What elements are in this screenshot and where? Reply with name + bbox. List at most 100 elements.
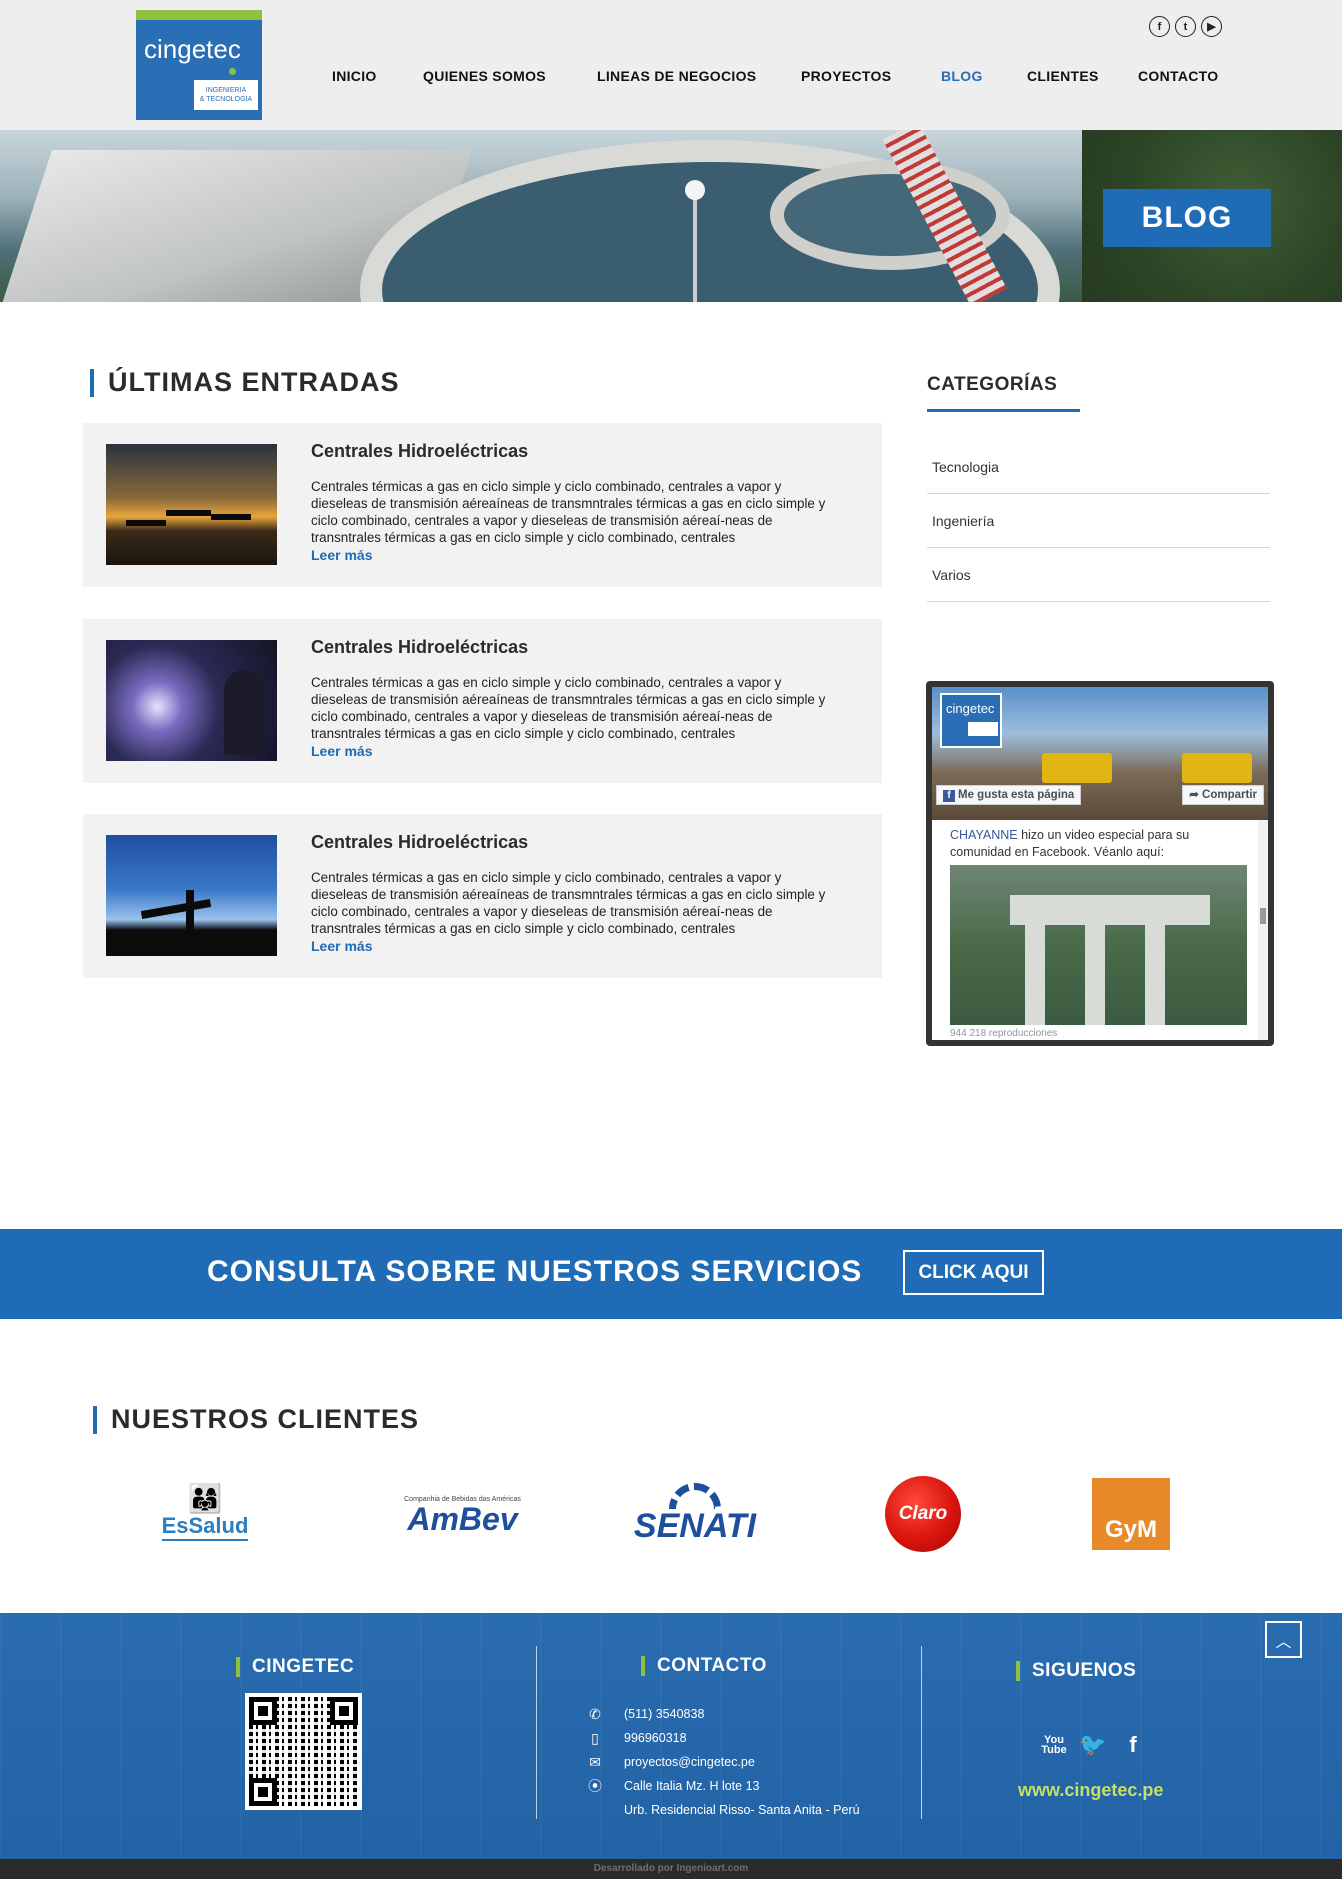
- post-thumbnail[interactable]: [106, 835, 277, 956]
- nav-lineas-de-negocios[interactable]: LINEAS DE NEGOCIOS: [597, 68, 756, 84]
- post-card: Centrales Hidroeléctricas Centrales térm…: [83, 814, 882, 978]
- pumpjack-silhouette: [140, 898, 212, 920]
- nav-contacto[interactable]: CONTACTO: [1138, 68, 1218, 84]
- site-header: cingetec INGENIERIA & TECNOLOGIA f t ▶ I…: [0, 0, 1342, 130]
- banner-lamp: [685, 180, 705, 200]
- ground-silhouette: [106, 930, 277, 956]
- facebook-icon[interactable]: f: [1121, 1732, 1145, 1757]
- facebook-video-thumbnail[interactable]: [950, 865, 1247, 1025]
- footer-contact-title: CONTACTO: [641, 1655, 767, 1677]
- website-link[interactable]: www.cingetec.pe: [1018, 1780, 1163, 1801]
- client-logo-gym[interactable]: GyM: [1092, 1478, 1170, 1550]
- post-card: Centrales Hidroeléctricas Centrales térm…: [83, 619, 882, 783]
- client-logo-senati[interactable]: SENATI: [630, 1480, 760, 1546]
- cta-text: CONSULTA SOBRE NUESTROS SERVICIOS: [207, 1255, 863, 1288]
- nav-proyectos[interactable]: PROYECTOS: [801, 68, 891, 84]
- developer-credit-link[interactable]: Desarrollado por Ingenioart.com: [594, 1863, 748, 1874]
- client-name: SENATI: [633, 1507, 757, 1545]
- facebook-video-views: 944 218 reproducciones: [950, 1028, 1058, 1039]
- read-more-link[interactable]: Leer más: [311, 743, 372, 759]
- post-excerpt: Centrales térmicas a gas en ciclo simple…: [311, 675, 826, 741]
- client-name: AmBev: [407, 1500, 518, 1537]
- facebook-page-widget: cingetec f Me gusta esta página ➦ Compart…: [926, 681, 1274, 1046]
- phone-text: (511) 3540838: [624, 1707, 705, 1721]
- category-varios[interactable]: Varios: [927, 548, 1270, 602]
- page-title-badge: BLOG: [1103, 189, 1271, 247]
- cta-band: CONSULTA SOBRE NUESTROS SERVICIOS CLICK …: [0, 1229, 1342, 1319]
- category-ingenieria[interactable]: Ingeniería: [927, 494, 1270, 548]
- share-label: Compartir: [1202, 789, 1257, 801]
- facebook-page-avatar[interactable]: cingetec: [940, 693, 1002, 748]
- nav-inicio[interactable]: INICIO: [332, 68, 377, 84]
- facebook-page-name: cingetec: [946, 701, 995, 716]
- youtube-icon[interactable]: ▶: [1201, 16, 1222, 37]
- nav-blog[interactable]: BLOG: [941, 68, 983, 84]
- footer-follow-title: SIGUENOS: [1016, 1660, 1136, 1682]
- mining-truck: [1182, 753, 1252, 783]
- client-name: EsSalud: [161, 1513, 249, 1541]
- facebook-post-author[interactable]: CHAYANNE: [950, 828, 1018, 842]
- client-logo-claro[interactable]: Claro: [885, 1476, 961, 1552]
- qr-code: [245, 1693, 362, 1810]
- footer-divider: [536, 1646, 537, 1819]
- nav-quienes-somos[interactable]: QUIENES SOMOS: [423, 68, 546, 84]
- footer-email: ✉ proyectos@cingetec.pe: [586, 1754, 755, 1770]
- nav-clientes[interactable]: CLIENTES: [1027, 68, 1099, 84]
- location-pin-icon: ⦿: [588, 1778, 602, 1794]
- post-title[interactable]: Centrales Hidroeléctricas: [311, 832, 528, 853]
- latest-posts-title: ÚLTIMAS ENTRADAS: [90, 367, 399, 398]
- dam-pillar: [1085, 925, 1105, 1025]
- pumpjack-silhouette: [126, 520, 166, 526]
- scroll-to-top-button[interactable]: ︿: [1265, 1621, 1302, 1658]
- welder-silhouette: [224, 670, 264, 755]
- facebook-like-button[interactable]: f Me gusta esta página: [936, 785, 1082, 805]
- footer-mobile: ▯ 996960318: [586, 1730, 687, 1746]
- client-name: Claro: [898, 1503, 948, 1524]
- client-name: GyM: [1104, 1516, 1157, 1543]
- facebook-icon: f: [943, 790, 955, 802]
- pumpjack-silhouette: [211, 514, 251, 520]
- client-logo-ambev[interactable]: Companhia de Bebidas das Américas AmBev: [390, 1490, 535, 1540]
- facebook-share-button[interactable]: ➦ Compartir: [1182, 785, 1264, 805]
- mobile-text: 996960318: [624, 1731, 687, 1745]
- read-more-link[interactable]: Leer más: [311, 938, 372, 954]
- client-logo-essalud[interactable]: 👨‍👩‍👧 EsSalud: [150, 1478, 260, 1548]
- twitter-icon[interactable]: 🐦: [1079, 1732, 1106, 1757]
- category-tecnologia[interactable]: Tecnologia: [927, 440, 1270, 494]
- phone-icon: ✆: [589, 1705, 601, 1722]
- logo-tagline-line-2: & TECNOLOGIA: [199, 96, 253, 103]
- read-more-link[interactable]: Leer más: [311, 547, 372, 563]
- cingetec-logo[interactable]: cingetec INGENIERIA & TECNOLOGIA: [136, 10, 262, 120]
- post-card: Centrales Hidroeléctricas Centrales térm…: [83, 423, 882, 587]
- share-arrow-icon: ➦: [1189, 789, 1203, 801]
- gear-icon: [669, 1483, 721, 1509]
- email-link[interactable]: proyectos@cingetec.pe: [624, 1755, 755, 1769]
- post-title[interactable]: Centrales Hidroeléctricas: [311, 441, 528, 462]
- family-icon: 👨‍👩‍👧: [187, 1483, 223, 1514]
- footer-address-1: ⦿ Calle Italia Mz. H lote 13: [586, 1778, 759, 1794]
- facebook-post-text: CHAYANNE hizo un video especial para su …: [950, 827, 1240, 861]
- footer-cingetec-title: CINGETEC: [236, 1656, 354, 1678]
- post-thumbnail[interactable]: [106, 640, 277, 761]
- post-thumbnail[interactable]: [106, 444, 277, 565]
- youtube-icon[interactable]: You Tube: [1041, 1733, 1066, 1757]
- facebook-widget-scrollbar[interactable]: [1258, 820, 1268, 1040]
- clients-title: NUESTROS CLIENTES: [93, 1404, 419, 1435]
- dam-structure: [1010, 895, 1210, 925]
- post-title[interactable]: Centrales Hidroeléctricas: [311, 637, 528, 658]
- address-line-2: Urb. Residencial Risso- Santa Anita - Pe…: [624, 1803, 860, 1817]
- footer-divider: [921, 1646, 922, 1819]
- footer-phone: ✆ (511) 3540838: [586, 1706, 704, 1722]
- twitter-icon[interactable]: t: [1175, 16, 1196, 37]
- mail-icon: ✉: [589, 1753, 601, 1770]
- facebook-cover-image[interactable]: cingetec f Me gusta esta página ➦ Compart…: [932, 687, 1268, 820]
- like-label: Me gusta esta página: [958, 789, 1075, 801]
- credit-bar: Desarrollado por Ingenioart.com: [0, 1859, 1342, 1879]
- header-social-links: f t ▶: [1149, 16, 1222, 37]
- dam-pillar: [1025, 925, 1045, 1025]
- chevron-up-icon: ︿: [1275, 1633, 1292, 1651]
- facebook-icon[interactable]: f: [1149, 16, 1170, 37]
- mining-truck: [1042, 753, 1112, 783]
- post-excerpt: Centrales térmicas a gas en ciclo simple…: [311, 479, 826, 545]
- cta-click-button[interactable]: CLICK AQUI: [903, 1250, 1044, 1295]
